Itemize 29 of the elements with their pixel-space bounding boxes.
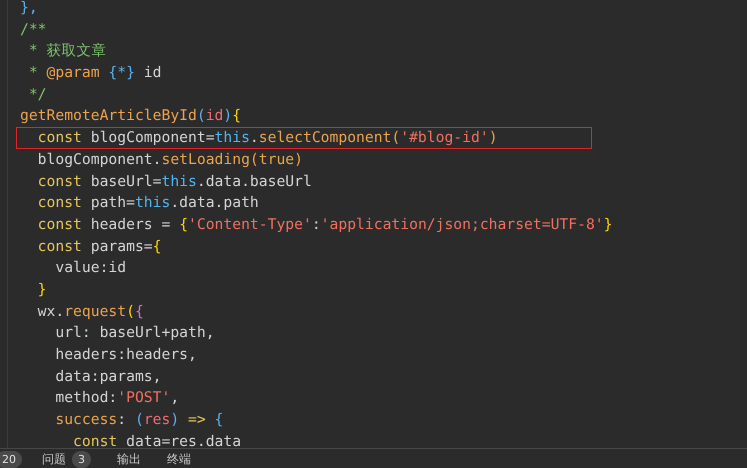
code-line: } xyxy=(36,280,47,300)
code-line: value:id xyxy=(54,258,126,278)
code-line: const headers = {'Content-Type':'application/json;charset=UTF-8'} xyxy=(36,214,612,235)
code-line: */ xyxy=(28,84,47,105)
count-badge: 20 xyxy=(0,451,22,468)
code-line: const params={ xyxy=(36,236,162,257)
code-line: * @param {*} id xyxy=(28,63,162,84)
code-line: success: (res) => { xyxy=(54,410,224,430)
code-line: headers:headers, xyxy=(54,345,197,365)
panel-tab[interactable]: 终端 xyxy=(161,451,197,468)
code-line: wx.request({ xyxy=(36,302,144,322)
code-line: const baseUrl=this.data.baseUrl xyxy=(36,172,312,192)
code-line: data:params, xyxy=(54,366,162,387)
code-line: const path=this.data.path xyxy=(36,193,259,214)
code-line: * 获取文章 xyxy=(28,41,107,62)
tab-label: 问题 xyxy=(42,451,66,468)
code-line: method:'POST', xyxy=(54,388,180,408)
code-line: url: baseUrl+path, xyxy=(54,323,215,344)
code-line: /** xyxy=(19,20,47,40)
code-line: const blogComponent=this.selectComponent('#blog-id') xyxy=(16,127,592,149)
tab-label: 终端 xyxy=(167,451,191,468)
code-line: getRemoteArticleById(id){ xyxy=(19,106,242,126)
code-line: blogComponent.setLoading(true) xyxy=(36,150,303,170)
panel-tab[interactable]: 输出 xyxy=(111,451,147,468)
code-line: const data=res.data xyxy=(72,432,242,448)
count-badge: 3 xyxy=(72,451,91,468)
tab-label: 输出 xyxy=(117,451,141,468)
code-line: }, xyxy=(19,0,38,18)
panel-tab[interactable]: 问题 3 xyxy=(36,451,97,468)
